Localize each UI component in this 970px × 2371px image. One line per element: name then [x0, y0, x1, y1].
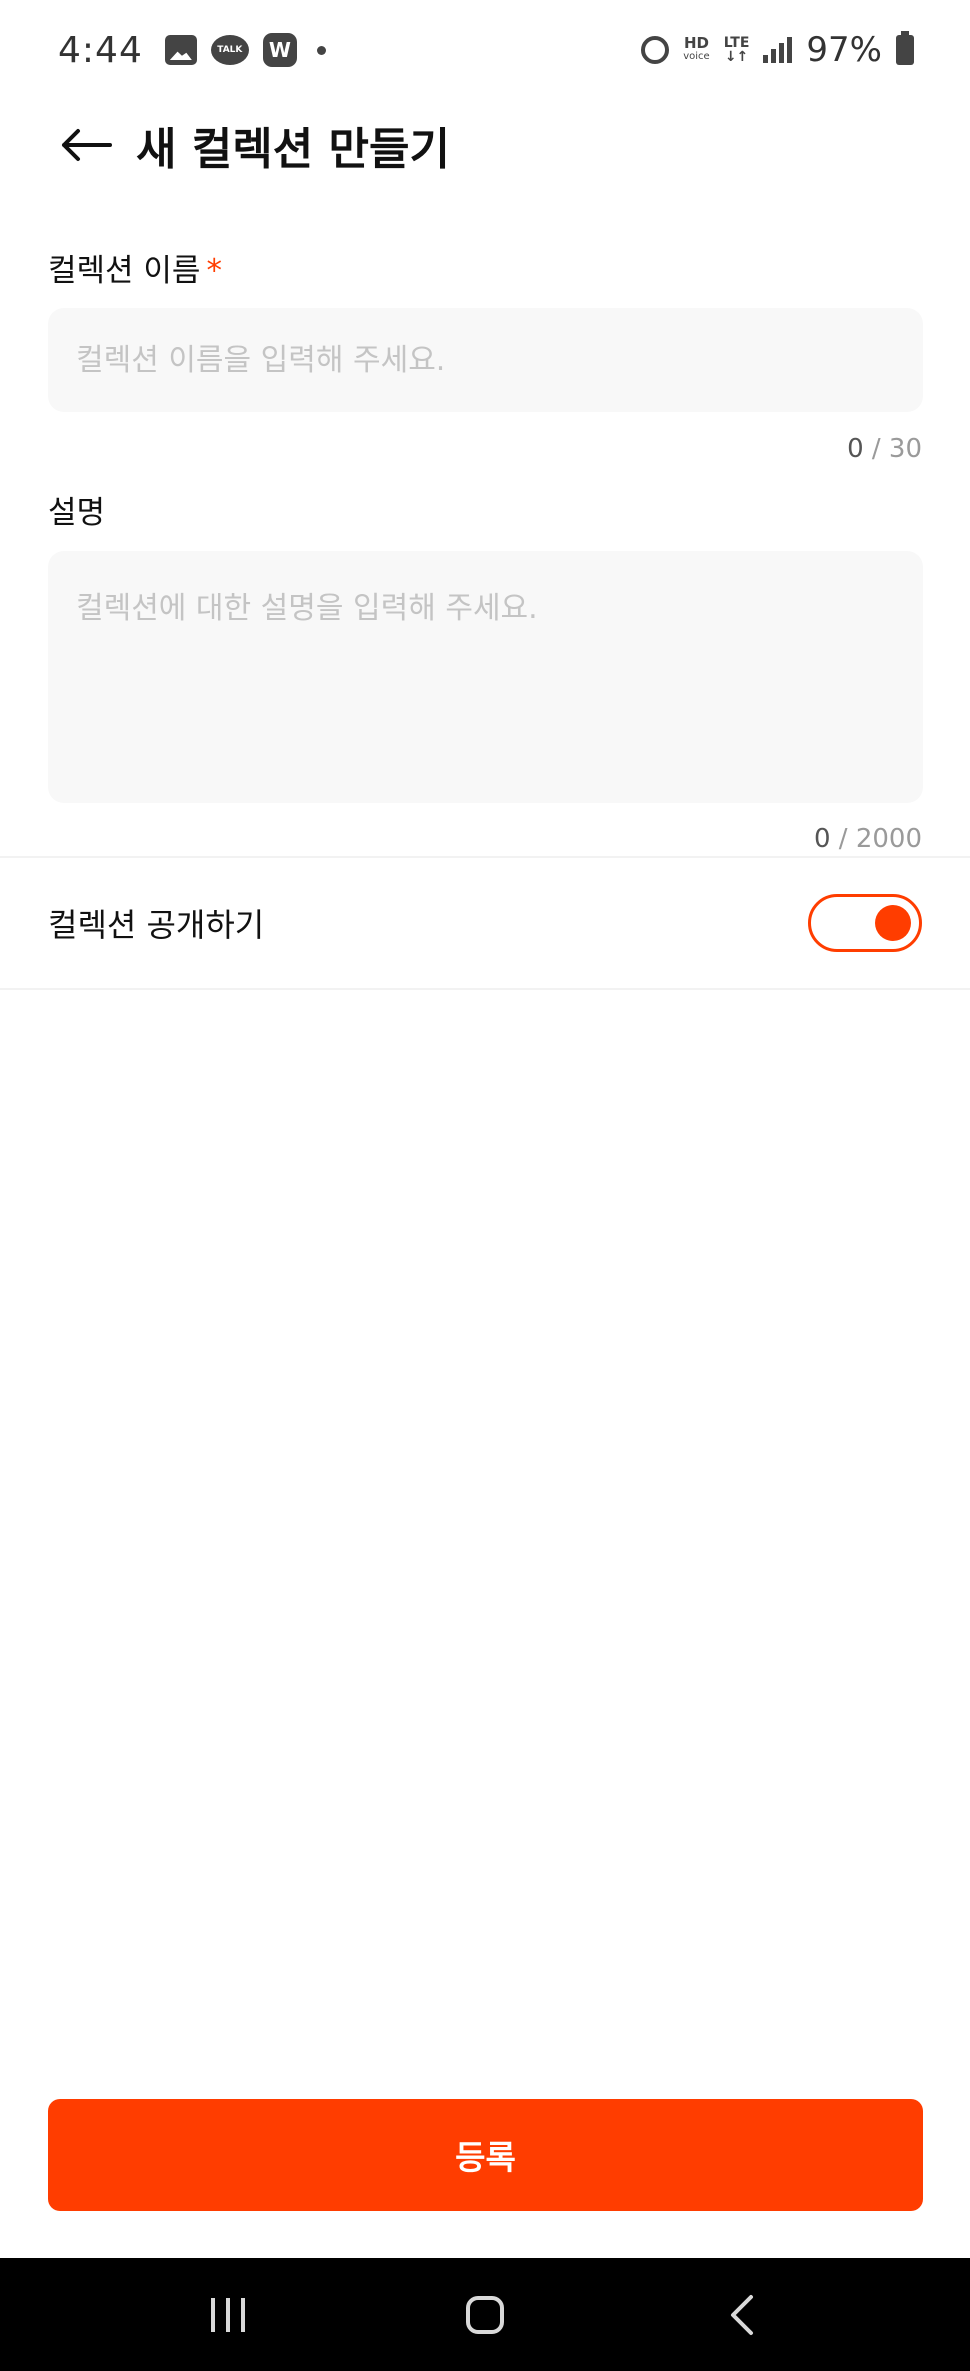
back-icon: [730, 2294, 753, 2335]
name-counter: 0 / 30: [847, 434, 922, 464]
description-textarea[interactable]: [48, 551, 923, 803]
battery-percent: 97%: [806, 30, 882, 70]
home-button[interactable]: [445, 2275, 525, 2355]
arrow-left-icon: [62, 129, 112, 161]
recent-apps-button[interactable]: [188, 2275, 268, 2355]
description-count-current: 0: [813, 824, 831, 854]
status-right: HD voice LTE ↓↑ 97%: [641, 30, 914, 70]
name-label-row: 컬렉션 이름 *: [48, 245, 222, 290]
collection-name-input[interactable]: [48, 308, 923, 412]
nav-bar: [0, 2258, 970, 2371]
divider-bottom: [0, 988, 970, 990]
hd-voice-icon: HD voice: [683, 36, 710, 63]
notification-dot-icon: [316, 45, 326, 55]
public-toggle-label: 컬렉션 공개하기: [48, 906, 265, 944]
description-counter: 0 / 2000: [814, 824, 922, 854]
battery-icon: [896, 31, 914, 65]
status-time: 4:44: [58, 29, 143, 71]
name-label: 컬렉션 이름: [48, 253, 201, 289]
lte-arrows: ↓↑: [724, 49, 749, 65]
recent-apps-icon: [211, 2297, 246, 2332]
signal-icon: [763, 37, 793, 63]
description-count-max: / 2000: [838, 824, 922, 854]
public-toggle-switch[interactable]: [808, 894, 922, 952]
kakaotalk-icon: TALK: [210, 35, 249, 65]
status-left: 4:44 TALK W: [58, 30, 326, 71]
name-count-current: 0: [847, 434, 864, 464]
required-star: *: [206, 253, 222, 289]
lte-icon: LTE ↓↑: [724, 36, 750, 64]
public-toggle-row: 컬렉션 공개하기: [0, 858, 970, 988]
alarm-icon: [641, 36, 670, 64]
description-label: 설명: [48, 495, 106, 531]
gallery-icon: [164, 35, 197, 65]
voice-label: voice: [683, 51, 710, 62]
home-icon: [465, 2295, 504, 2334]
back-button[interactable]: [56, 115, 116, 175]
header: 새 컬렉션 만들기: [0, 100, 970, 190]
toggle-knob: [875, 905, 911, 941]
system-back-button[interactable]: [702, 2275, 782, 2355]
name-count-max: / 30: [871, 434, 922, 464]
page-title: 새 컬렉션 만들기: [136, 124, 450, 175]
screen: 4:44 TALK W HD voice LTE ↓↑ 97% 새 컬렉션 만들…: [0, 0, 970, 2371]
status-bar: 4:44 TALK W HD voice LTE ↓↑ 97%: [0, 0, 970, 100]
submit-button[interactable]: 등록: [48, 2099, 923, 2211]
w-app-icon: W: [262, 33, 297, 67]
